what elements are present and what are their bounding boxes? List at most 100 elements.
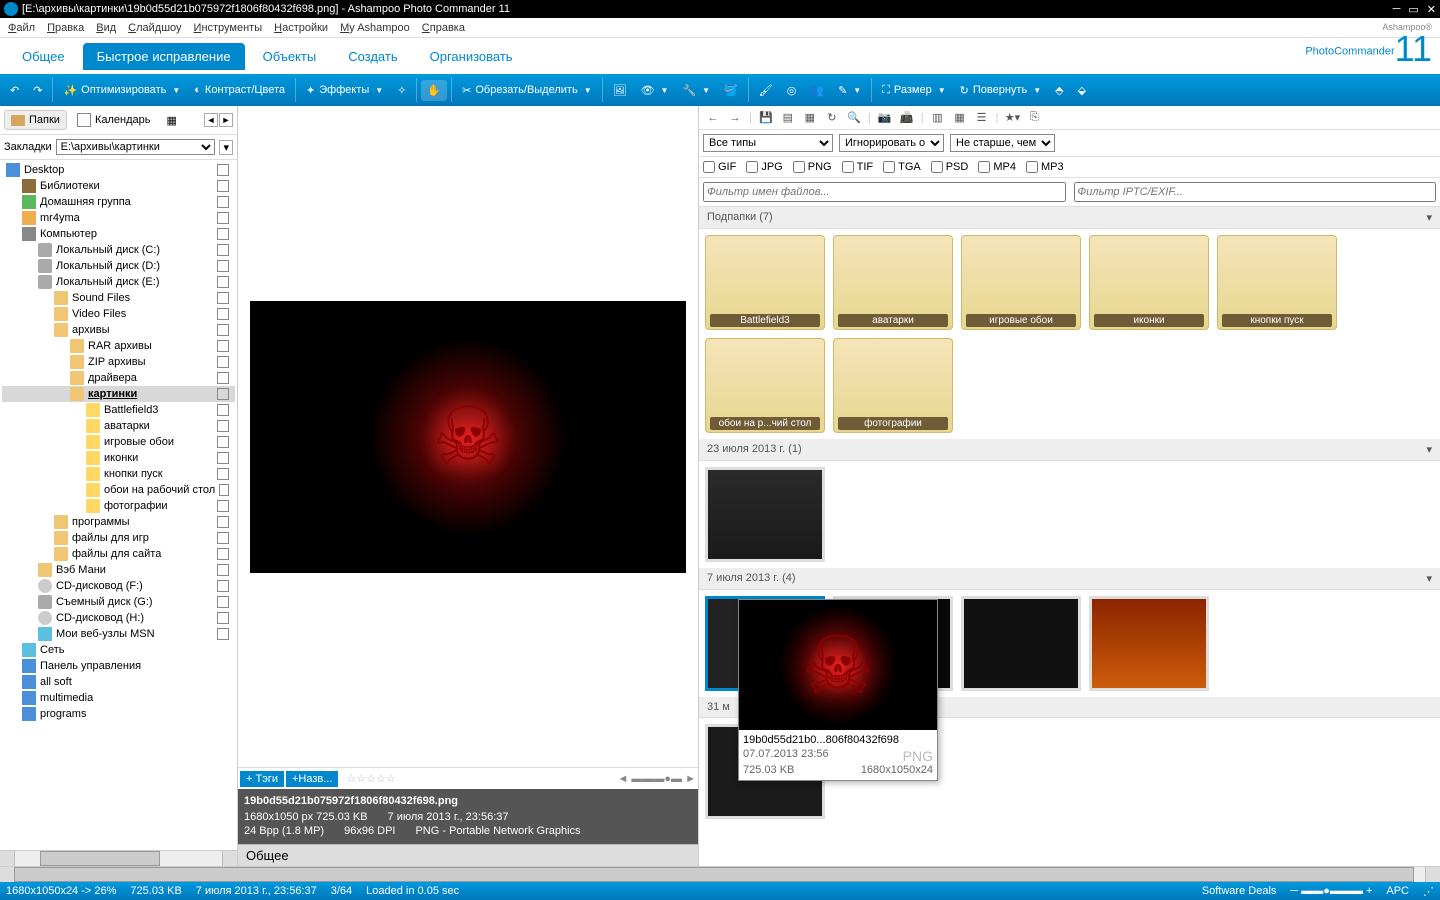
camera-icon[interactable]: 📷 — [877, 110, 893, 126]
group-date3[interactable]: 7 июля 2013 г. (4)▾ — [699, 568, 1440, 590]
layout2-icon[interactable]: ▦ — [802, 110, 818, 126]
tree-item[interactable]: программы — [2, 514, 235, 530]
star-icon[interactable]: ★▾ — [1004, 110, 1020, 126]
tree-item[interactable]: RAR архивы — [2, 338, 235, 354]
tree-checkbox[interactable] — [217, 196, 229, 208]
tree-item[interactable]: all soft — [2, 674, 235, 690]
tree-item[interactable]: Съемный диск (G:) — [2, 594, 235, 610]
tree-item[interactable]: Локальный диск (D:) — [2, 258, 235, 274]
tree-checkbox[interactable] — [217, 516, 229, 528]
tree-item[interactable]: multimedia — [2, 690, 235, 706]
tree-checkbox[interactable] — [217, 612, 229, 624]
menu-справка[interactable]: Справка — [422, 22, 465, 34]
folder-thumb[interactable]: аватарки — [833, 235, 953, 330]
tree-item[interactable]: Video Files — [2, 306, 235, 322]
tree-checkbox[interactable] — [217, 436, 229, 448]
tree-item[interactable]: CD-дисковод (H:) — [2, 610, 235, 626]
fwd-icon[interactable]: → — [727, 110, 743, 126]
scanner-icon[interactable]: 📠 — [899, 110, 915, 126]
contrast-button[interactable]: ◐ Контраст/Цвета — [188, 80, 291, 100]
redo-button[interactable]: ↷ — [27, 80, 48, 101]
tree-checkbox[interactable] — [217, 452, 229, 464]
menu-настройки[interactable]: Настройки — [274, 22, 328, 34]
tree-checkbox[interactable] — [217, 308, 229, 320]
tree-item[interactable]: Sound Files — [2, 290, 235, 306]
menu-правка[interactable]: Правка — [47, 22, 84, 34]
menu-my ashampoo[interactable]: My Ashampoo — [340, 22, 410, 34]
tree-item[interactable]: Библиотеки — [2, 178, 235, 194]
format-mp3[interactable]: MP3 — [1026, 161, 1064, 173]
format-mp4[interactable]: MP4 — [978, 161, 1016, 173]
tree-item[interactable]: файлы для игр — [2, 530, 235, 546]
resize-grip[interactable]: ⋰ — [1423, 885, 1434, 898]
folder-thumb[interactable]: обои на р...чий стол — [705, 338, 825, 433]
size-button[interactable]: ⛶ Размер▼ — [876, 80, 951, 101]
tab-0[interactable]: Общее — [8, 43, 79, 70]
view1-icon[interactable]: ▥ — [930, 110, 946, 126]
format-png[interactable]: PNG — [793, 161, 832, 173]
tree-item[interactable]: аватарки — [2, 418, 235, 434]
tab-1[interactable]: Быстрое исправление — [83, 43, 245, 70]
group-date2[interactable]: 23 июля 2013 г. (1)▾ — [699, 439, 1440, 461]
tree-checkbox[interactable] — [217, 532, 229, 544]
folder-thumb[interactable]: кнопки пуск — [1217, 235, 1337, 330]
brush-icon[interactable]: 🖌 — [753, 80, 779, 101]
tree-item[interactable]: драйвера — [2, 370, 235, 386]
tree-checkbox[interactable] — [217, 500, 229, 512]
exif-filter-input[interactable] — [1074, 182, 1437, 202]
menu-файл[interactable]: Файл — [8, 22, 35, 34]
preview-area[interactable] — [238, 106, 698, 767]
format-jpg[interactable]: JPG — [746, 161, 782, 173]
format-tga[interactable]: TGA — [883, 161, 921, 173]
main-scrollbar[interactable] — [0, 866, 1440, 882]
menu-инструменты[interactable]: Инструменты — [194, 22, 263, 34]
minimize-button[interactable]: ─ — [1393, 3, 1401, 16]
effects-button[interactable]: ✦ Эффекты▼ — [300, 80, 389, 101]
tree-item[interactable]: Домашняя группа — [2, 194, 235, 210]
tree-item[interactable]: Battlefield3 — [2, 402, 235, 418]
tree-checkbox[interactable] — [217, 212, 229, 224]
tree-checkbox[interactable] — [217, 180, 229, 192]
tree-item[interactable]: фотографии — [2, 498, 235, 514]
tree-item[interactable]: Локальный диск (C:) — [2, 242, 235, 258]
search-icon[interactable]: 🔍 — [846, 110, 862, 126]
target-icon[interactable]: ◎ — [781, 80, 803, 101]
tab-3[interactable]: Создать — [334, 43, 411, 70]
tab-folders[interactable]: Папки — [4, 110, 67, 130]
tree-item[interactable]: игровые обои — [2, 434, 235, 450]
tree-item[interactable]: Мои веб-узлы MSN — [2, 626, 235, 642]
tree-checkbox[interactable] — [217, 548, 229, 560]
tree-checkbox[interactable] — [217, 356, 229, 368]
image-thumb[interactable] — [961, 596, 1081, 691]
refresh-icon[interactable]: ↻ — [824, 110, 840, 126]
people-icon[interactable]: 👥 — [804, 80, 830, 101]
tree-item[interactable]: Сеть — [2, 642, 235, 658]
close-button[interactable]: ✕ — [1427, 3, 1436, 16]
tree-item[interactable]: файлы для сайта — [2, 546, 235, 562]
age-filter[interactable]: Не старше, чем — [950, 134, 1055, 152]
tree-checkbox[interactable] — [217, 628, 229, 640]
tree-item[interactable]: ZIP архивы — [2, 354, 235, 370]
image-icon[interactable]: 🖼 — [607, 80, 633, 101]
tab-grid[interactable]: ▦ — [160, 111, 182, 130]
format-tif[interactable]: TIF — [842, 161, 874, 173]
group-subfolders[interactable]: Подпапки (7)▾ — [699, 207, 1440, 229]
tree-checkbox[interactable] — [217, 260, 229, 272]
bottom-tab-general[interactable]: Общее — [238, 844, 698, 866]
type-filter[interactable]: Все типы — [703, 134, 833, 152]
tree-checkbox[interactable] — [217, 596, 229, 608]
tree-checkbox[interactable] — [217, 372, 229, 384]
image-thumb[interactable] — [705, 467, 825, 562]
tree-checkbox[interactable] — [217, 468, 229, 480]
tree-checkbox[interactable] — [217, 564, 229, 576]
tab-calendar[interactable]: Календарь — [71, 110, 157, 130]
tree-checkbox[interactable] — [217, 244, 229, 256]
undo-button[interactable]: ↶ — [4, 80, 25, 101]
nav-fwd[interactable]: ► — [219, 113, 233, 127]
wrench-icon[interactable]: 🔧▼ — [676, 80, 716, 101]
menu-слайдшоу[interactable]: Слайдшоу — [128, 22, 181, 34]
optimize-button[interactable]: ✨ Оптимизировать▼ — [57, 80, 186, 101]
tree-item[interactable]: Desktop — [2, 162, 235, 178]
tab-2[interactable]: Объекты — [249, 43, 331, 70]
image-thumb[interactable] — [1089, 596, 1209, 691]
